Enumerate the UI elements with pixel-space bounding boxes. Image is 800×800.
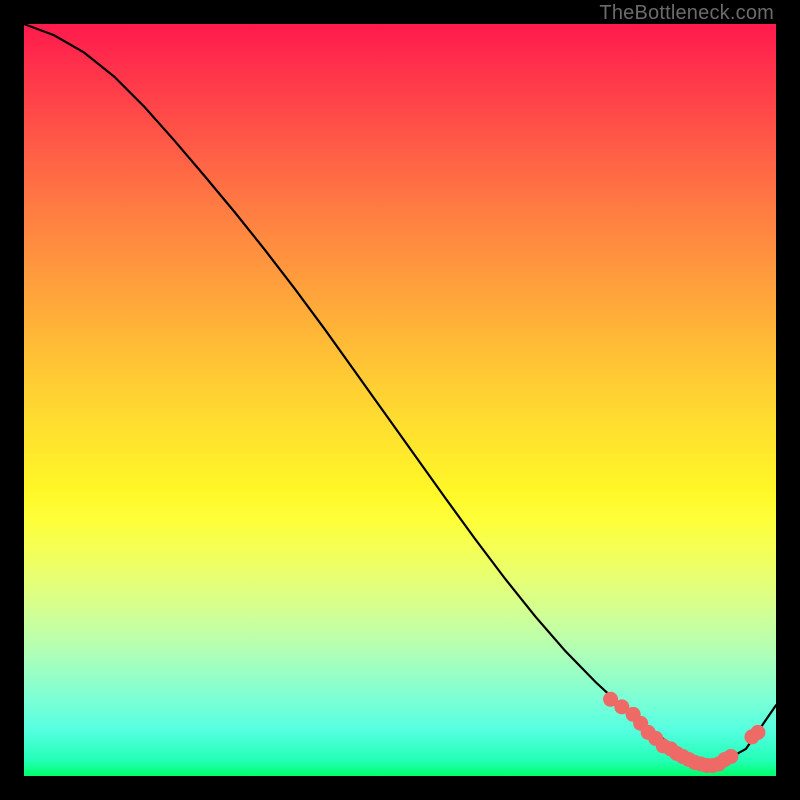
- bottleneck-curve: [24, 24, 776, 765]
- watermark-text: TheBottleneck.com: [599, 2, 774, 25]
- marker-dot: [723, 749, 738, 764]
- recommended-range-markers: [603, 692, 765, 773]
- marker-dot: [750, 725, 765, 740]
- chart-svg: [24, 24, 776, 776]
